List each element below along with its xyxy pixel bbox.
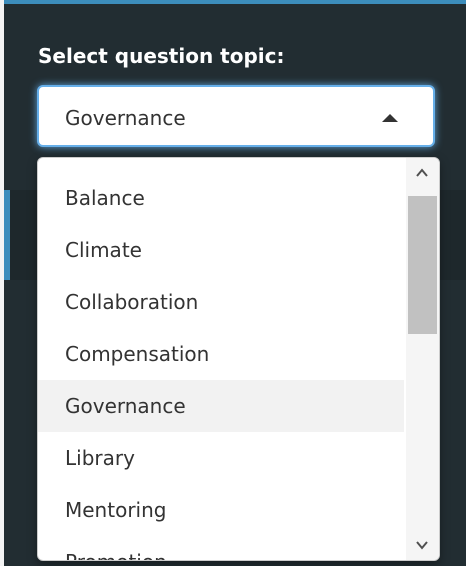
topic-option[interactable]: Collaboration	[38, 276, 404, 328]
topic-option[interactable]: Balance	[38, 172, 404, 224]
chevron-up-icon[interactable]	[415, 166, 429, 180]
topic-option-selected[interactable]: Governance	[38, 380, 404, 432]
topic-dropdown-menu[interactable]: Balance Climate Collaboration Compensati…	[37, 157, 440, 561]
active-menu-accent	[4, 190, 10, 280]
select-topic-label: Select question topic:	[38, 44, 285, 68]
topic-select[interactable]: Governance	[37, 85, 435, 147]
topic-option[interactable]: Promotion	[38, 536, 404, 560]
dropdown-scrollbar[interactable]	[406, 158, 439, 560]
chevron-down-icon[interactable]	[415, 538, 429, 552]
topic-option[interactable]: Library	[38, 432, 404, 484]
topic-options-list: Balance Climate Collaboration Compensati…	[38, 172, 404, 560]
top-accent-line	[0, 0, 466, 4]
topic-select-value: Governance	[65, 106, 186, 130]
topic-option[interactable]: Mentoring	[38, 484, 404, 536]
scrollbar-thumb[interactable]	[408, 196, 437, 334]
caret-up-icon	[382, 114, 398, 122]
topic-option[interactable]: Compensation	[38, 328, 404, 380]
page-left-edge	[0, 0, 4, 566]
topic-option[interactable]: Climate	[38, 224, 404, 276]
